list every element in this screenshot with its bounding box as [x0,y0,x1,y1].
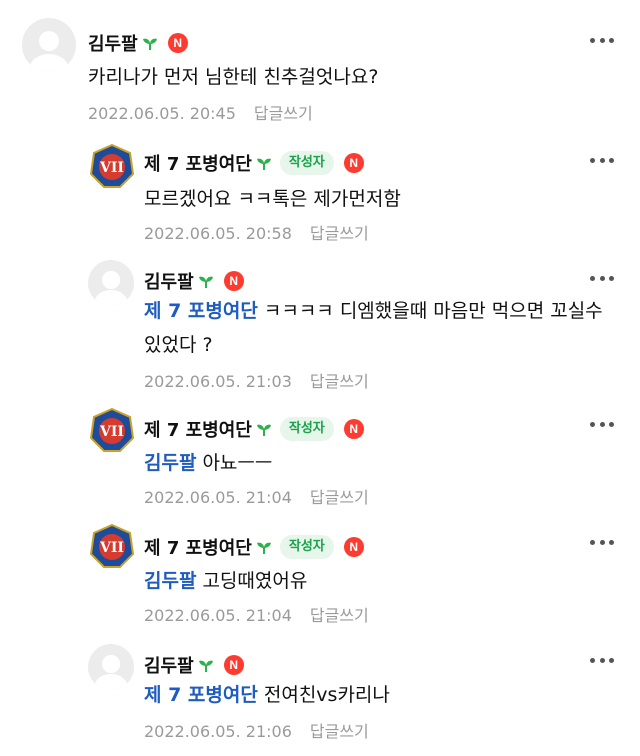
comment-text: 모르겠어요 ㅋㅋ톡은 제가먼저함 [144,182,614,216]
vii-emblem-icon[interactable]: VII [90,144,134,188]
new-badge: N [343,419,364,439]
comment-item: VII 제 7 포병여단 작성자 N 김두팔 고딩때였어유 2022.06.05.… [0,518,640,636]
mention-link[interactable]: 김두팔 [144,452,196,474]
more-options-icon[interactable] [590,38,614,44]
comment-body: 카리나가 먼저 님한테 친추걸엇나요? [88,66,379,88]
more-options-icon[interactable] [590,276,614,282]
default-profile-icon[interactable] [22,18,76,72]
sprout-icon [142,38,157,50]
sprout-icon [256,424,271,436]
comment-text: 카리나가 먼저 님한테 친추걸엇나요? [88,60,608,94]
sprout-icon [256,542,271,554]
reply-button[interactable]: 답글쓰기 [310,372,369,391]
mention-link[interactable]: 제 7 포병여단 [144,300,258,322]
default-profile-icon[interactable] [88,644,134,690]
nickname[interactable]: 김두팔 [144,652,194,678]
comment-meta: 2022.06.05. 21:04 답글쓰기 [144,602,369,626]
mention-link[interactable]: 제 7 포병여단 [144,684,258,706]
vii-emblem-icon[interactable]: VII [90,524,134,568]
comment-meta: 2022.06.05. 21:04 답글쓰기 [144,484,369,508]
comment-body: 아뇨ㅡㅡ [202,452,273,474]
vii-emblem-icon[interactable]: VII [90,408,134,452]
more-options-icon[interactable] [590,158,614,164]
comment-body: 고딩때였어유 [202,570,308,592]
comment-author: 김두팔 N [144,652,244,678]
comment-item: 김두팔 N 카리나가 먼저 님한테 친추걸엇나요? 2022.06.05. 20… [0,0,640,130]
author-tag: 작성자 [279,151,334,175]
comment-author: 김두팔 N [144,268,244,294]
comment-date: 2022.06.05. 20:58 [144,224,292,243]
comment-text: 김두팔 아뇨ㅡㅡ [144,446,614,480]
author-tag: 작성자 [279,417,334,441]
comment-item: VII 제 7 포병여단 작성자 N 모르겠어요 ㅋㅋ톡은 제가먼저함 2022… [0,130,640,250]
comment-date: 2022.06.05. 21:04 [144,606,292,625]
comment-meta: 2022.06.05. 20:58 답글쓰기 [144,220,369,244]
new-badge: N [223,655,244,675]
comment-date: 2022.06.05. 21:06 [144,722,292,741]
new-badge: N [167,33,188,53]
comment-meta: 2022.06.05. 21:03 답글쓰기 [144,368,369,392]
new-badge: N [343,153,364,173]
sprout-icon [198,660,213,672]
nickname[interactable]: 제 7 포병여단 [144,534,252,560]
nickname[interactable]: 제 7 포병여단 [144,150,252,176]
more-options-icon[interactable] [590,540,614,546]
sprout-icon [256,158,271,170]
comment-date: 2022.06.05. 21:04 [144,488,292,507]
comment-author: 제 7 포병여단 작성자 N [144,534,364,560]
nickname[interactable]: 김두팔 [88,30,138,56]
reply-button[interactable]: 답글쓰기 [310,224,369,243]
svg-text:VII: VII [99,160,124,176]
new-badge: N [343,537,364,557]
new-badge: N [223,271,244,291]
nickname[interactable]: 제 7 포병여단 [144,416,252,442]
mention-link[interactable]: 김두팔 [144,570,196,592]
default-profile-icon[interactable] [88,260,134,306]
reply-button[interactable]: 답글쓰기 [310,722,369,741]
reply-button[interactable]: 답글쓰기 [310,488,369,507]
more-options-icon[interactable] [590,658,614,664]
comment-author: 제 7 포병여단 작성자 N [144,150,364,176]
comment-meta: 2022.06.05. 20:45 답글쓰기 [88,100,313,124]
svg-text:VII: VII [99,540,124,556]
comment-item: 김두팔 N 제 7 포병여단 전여친vs카리나 2022.06.05. 21:06… [0,636,640,756]
comment-text: 제 7 포병여단 ㅋㅋㅋㅋ 디엠했을때 마음만 먹으면 꼬실수 있었다 ? [144,294,619,362]
reply-button[interactable]: 답글쓰기 [310,606,369,625]
comment-item: VII 제 7 포병여단 작성자 N 김두팔 아뇨ㅡㅡ 2022.06.05. 2… [0,400,640,518]
svg-text:VII: VII [99,424,124,440]
comment-date: 2022.06.05. 20:45 [88,104,236,123]
comment-author: 제 7 포병여단 작성자 N [144,416,364,442]
comment-text: 김두팔 고딩때였어유 [144,564,614,598]
comment-body: 전여친vs카리나 [263,684,390,706]
author-tag: 작성자 [279,535,334,559]
reply-button[interactable]: 답글쓰기 [254,104,313,123]
comment-author: 김두팔 N [88,30,188,56]
comment-item: 김두팔 N 제 7 포병여단 ㅋㅋㅋㅋ 디엠했을때 마음만 먹으면 꼬실수 있었다… [0,250,640,400]
comment-body: 모르겠어요 ㅋㅋ톡은 제가먼저함 [144,188,401,210]
nickname[interactable]: 김두팔 [144,268,194,294]
comment-date: 2022.06.05. 21:03 [144,372,292,391]
more-options-icon[interactable] [590,422,614,428]
sprout-icon [198,276,213,288]
comment-text: 제 7 포병여단 전여친vs카리나 [144,678,614,712]
comment-meta: 2022.06.05. 21:06 답글쓰기 [144,718,369,742]
